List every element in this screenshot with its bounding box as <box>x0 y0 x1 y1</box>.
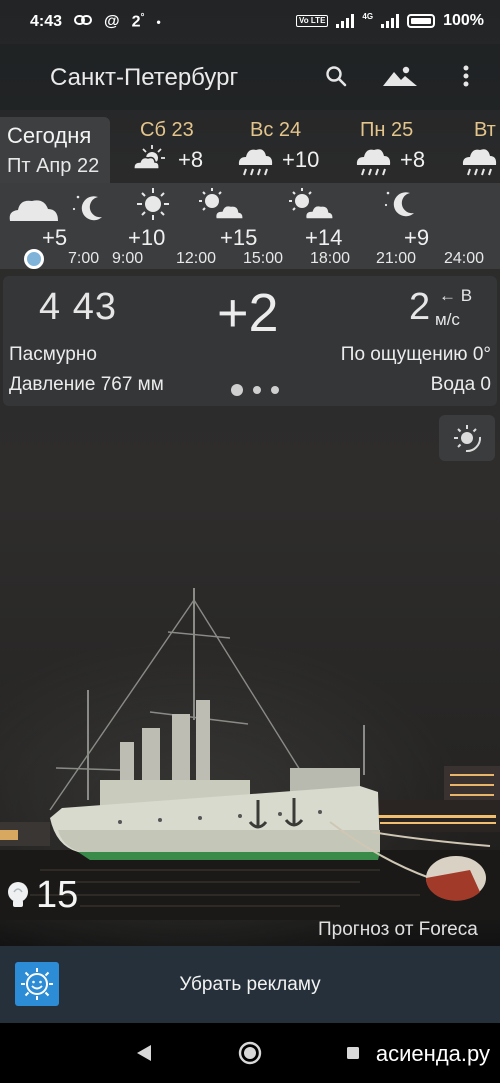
page-dot-active <box>231 384 243 396</box>
lightbulb-icon <box>8 882 28 907</box>
uv-index-value[interactable]: 15 <box>36 874 78 917</box>
hour-time: 12:00 <box>176 250 217 267</box>
cloud-rain-icon <box>462 149 497 176</box>
sun-icon <box>137 188 169 220</box>
wind-direction: ← В <box>439 286 473 305</box>
background-button[interactable] <box>380 56 420 96</box>
day-name: Вт <box>474 119 496 141</box>
current-temp: +2 <box>217 283 279 343</box>
hour-time: 7:00 <box>68 250 100 267</box>
hour-time: 24:00 <box>444 250 485 267</box>
today-tab[interactable]: Сегодня Пт Апр 22 <box>0 117 110 183</box>
volte-badge: Vo LTE <box>296 15 329 27</box>
moon-icon <box>384 191 414 217</box>
pressure-text: Давление 767 мм <box>9 374 164 395</box>
more-vert-icon <box>463 65 469 87</box>
mountain-icon <box>383 66 417 86</box>
hourly-forecast[interactable]: +5 7:00 +10 9:00 +15 12:00 +14 15:00 18:… <box>0 183 500 269</box>
recents-icon[interactable] <box>346 1046 360 1060</box>
wind-unit: м/с <box>435 310 460 329</box>
current-time: 4 43 <box>39 286 117 328</box>
wind-arrow-icon: ← <box>439 286 456 305</box>
cloud-sun-icon <box>133 145 165 170</box>
page-indicator <box>231 384 279 396</box>
day-item[interactable]: Вс 24 +10 <box>236 113 346 183</box>
battery-level: 100% <box>443 12 484 29</box>
feels-like-text: По ощущению 0° <box>340 344 491 365</box>
network-type: 4G <box>362 12 374 21</box>
forecast-credit-link[interactable]: Прогноз от Foreca <box>318 919 478 941</box>
hour-time: 9:00 <box>112 250 144 267</box>
watermark-text: асиенда.ру <box>375 1041 490 1066</box>
hour-time: 18:00 <box>310 250 351 267</box>
cloud-rain-icon <box>238 149 273 176</box>
link-icon <box>74 13 93 31</box>
signal-icon <box>336 14 355 28</box>
sun-cycle-icon <box>454 425 482 453</box>
day-name: Сб 23 <box>140 119 194 141</box>
city-title[interactable]: Санкт-Петербург <box>50 64 238 92</box>
condition-text: Пасмурно <box>9 344 97 365</box>
day-name: Пн 25 <box>360 119 414 141</box>
day-item[interactable]: Вт <box>460 113 500 183</box>
day-temp: +10 <box>282 147 320 172</box>
search-icon <box>326 66 347 87</box>
status-time: 4:43 <box>30 12 63 30</box>
day-temp: +8 <box>178 147 204 172</box>
current-conditions-card[interactable]: 4 43 +2 2 ← В м/с Пасмурно По ощущению 0… <box>3 276 497 406</box>
battery-icon <box>407 14 436 28</box>
status-bar: 4:43 @ 2° • Vo LTE 4G 100% <box>0 0 500 44</box>
remove-ads-label: Убрать рекламу <box>179 974 321 995</box>
hour-time: 21:00 <box>376 250 417 267</box>
more-menu-button[interactable] <box>446 56 486 96</box>
hour-time: 15:00 <box>243 250 284 267</box>
status-dot: • <box>156 14 161 29</box>
wind-speed: 2 <box>409 286 431 328</box>
hour-time-item: 7:00 <box>0 183 99 269</box>
sun-moon-button[interactable] <box>439 415 495 461</box>
day-item[interactable]: Пн 25 +8 <box>354 113 464 183</box>
day-name: Вс 24 <box>250 119 302 141</box>
home-icon[interactable] <box>238 1041 262 1065</box>
app-bar: Санкт-Петербург <box>0 44 500 110</box>
system-nav-bar: асиенда.ру <box>0 1023 500 1083</box>
day-item[interactable]: Сб 23 +8 <box>130 113 240 183</box>
signal-2-icon <box>381 14 400 28</box>
hour-time-item: 24:00 <box>444 183 500 269</box>
today-label: Сегодня <box>7 123 92 148</box>
search-button[interactable] <box>316 56 356 96</box>
water-temp-text: Вода 0 <box>430 374 491 395</box>
cloud-rain-icon <box>356 149 391 176</box>
page-dot <box>253 386 261 394</box>
page-dot <box>271 386 279 394</box>
back-icon[interactable] <box>136 1044 152 1062</box>
status-temp: 2° <box>131 12 145 31</box>
hour-temp: +9 <box>404 225 430 250</box>
sun-cloud-icon <box>199 188 244 220</box>
hour-temp: +10 <box>128 225 166 250</box>
daily-forecast: Сегодня Пт Апр 22 Сб 23 +8 Вс 24 +10 Пн … <box>0 113 500 183</box>
background-photo <box>0 588 500 920</box>
day-temp: +8 <box>400 147 426 172</box>
at-icon: @ <box>104 12 120 30</box>
remove-ads-bar[interactable]: Убрать рекламу <box>0 946 500 1023</box>
today-date: Пт Апр 22 <box>7 155 100 177</box>
